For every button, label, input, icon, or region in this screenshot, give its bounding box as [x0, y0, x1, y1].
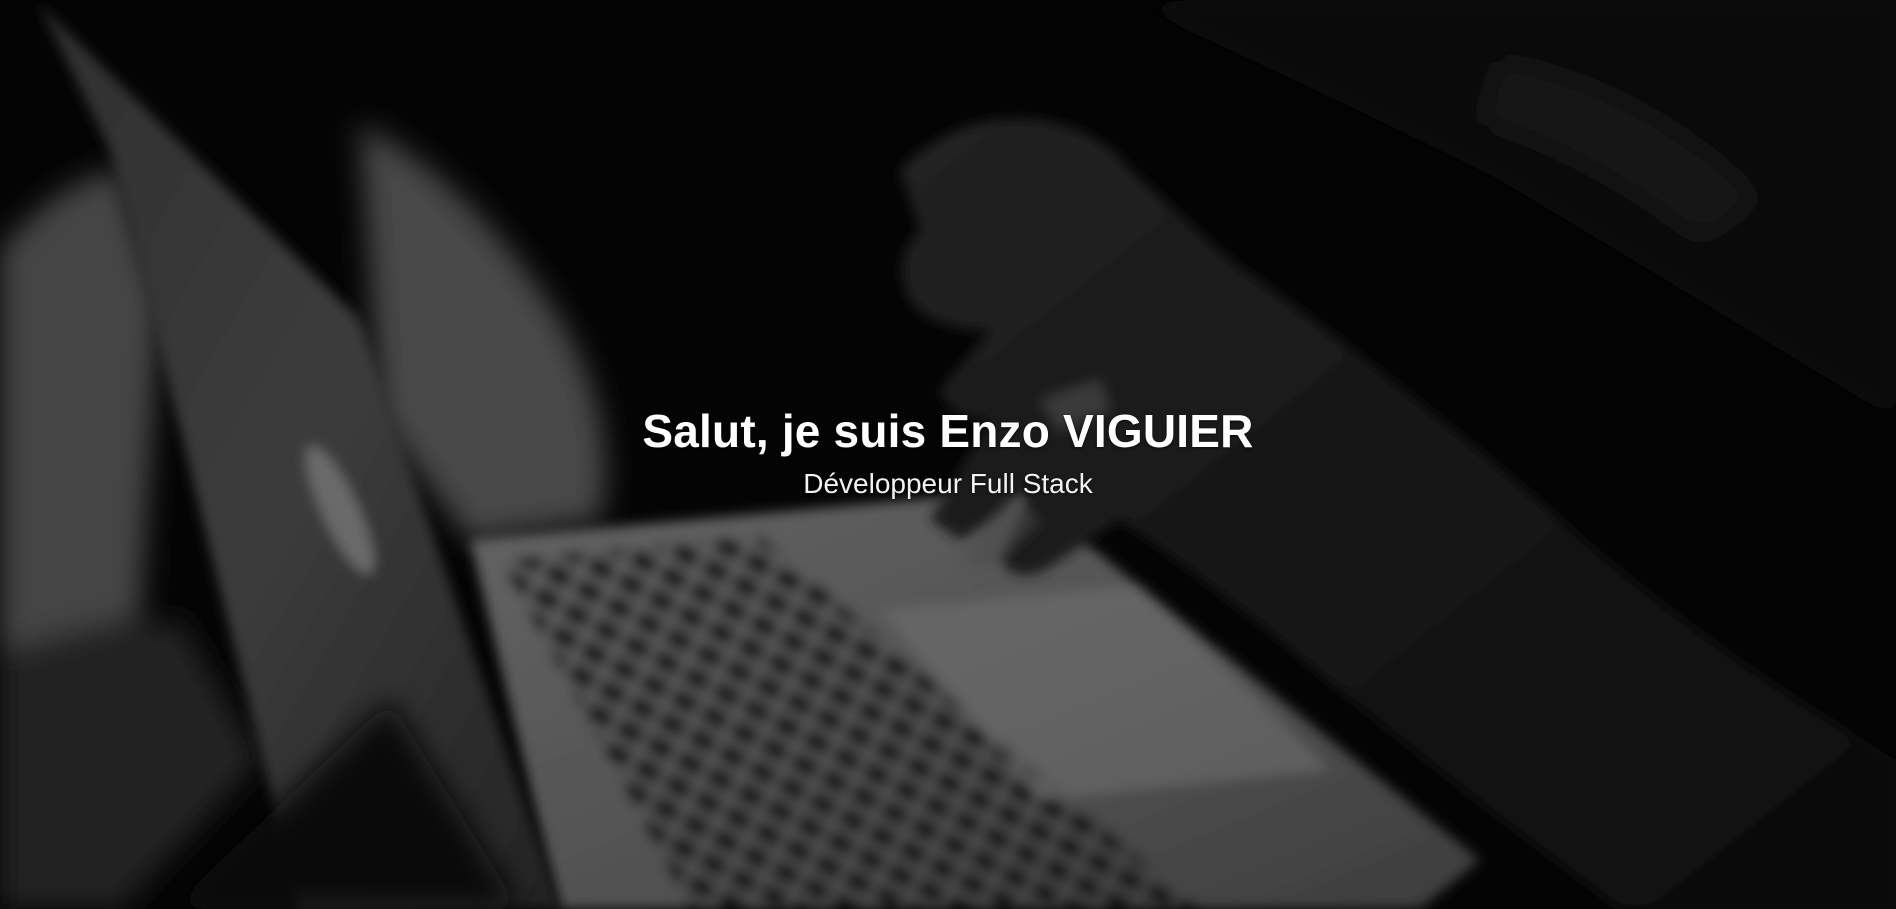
hero-section: Salut, je suis Enzo VIGUIER Développeur … — [0, 0, 1896, 909]
hero-text-block: Salut, je suis Enzo VIGUIER Développeur … — [0, 398, 1896, 504]
hero-title: Salut, je suis Enzo VIGUIER — [642, 405, 1254, 457]
hero-subtitle: Développeur Full Stack — [803, 468, 1093, 499]
